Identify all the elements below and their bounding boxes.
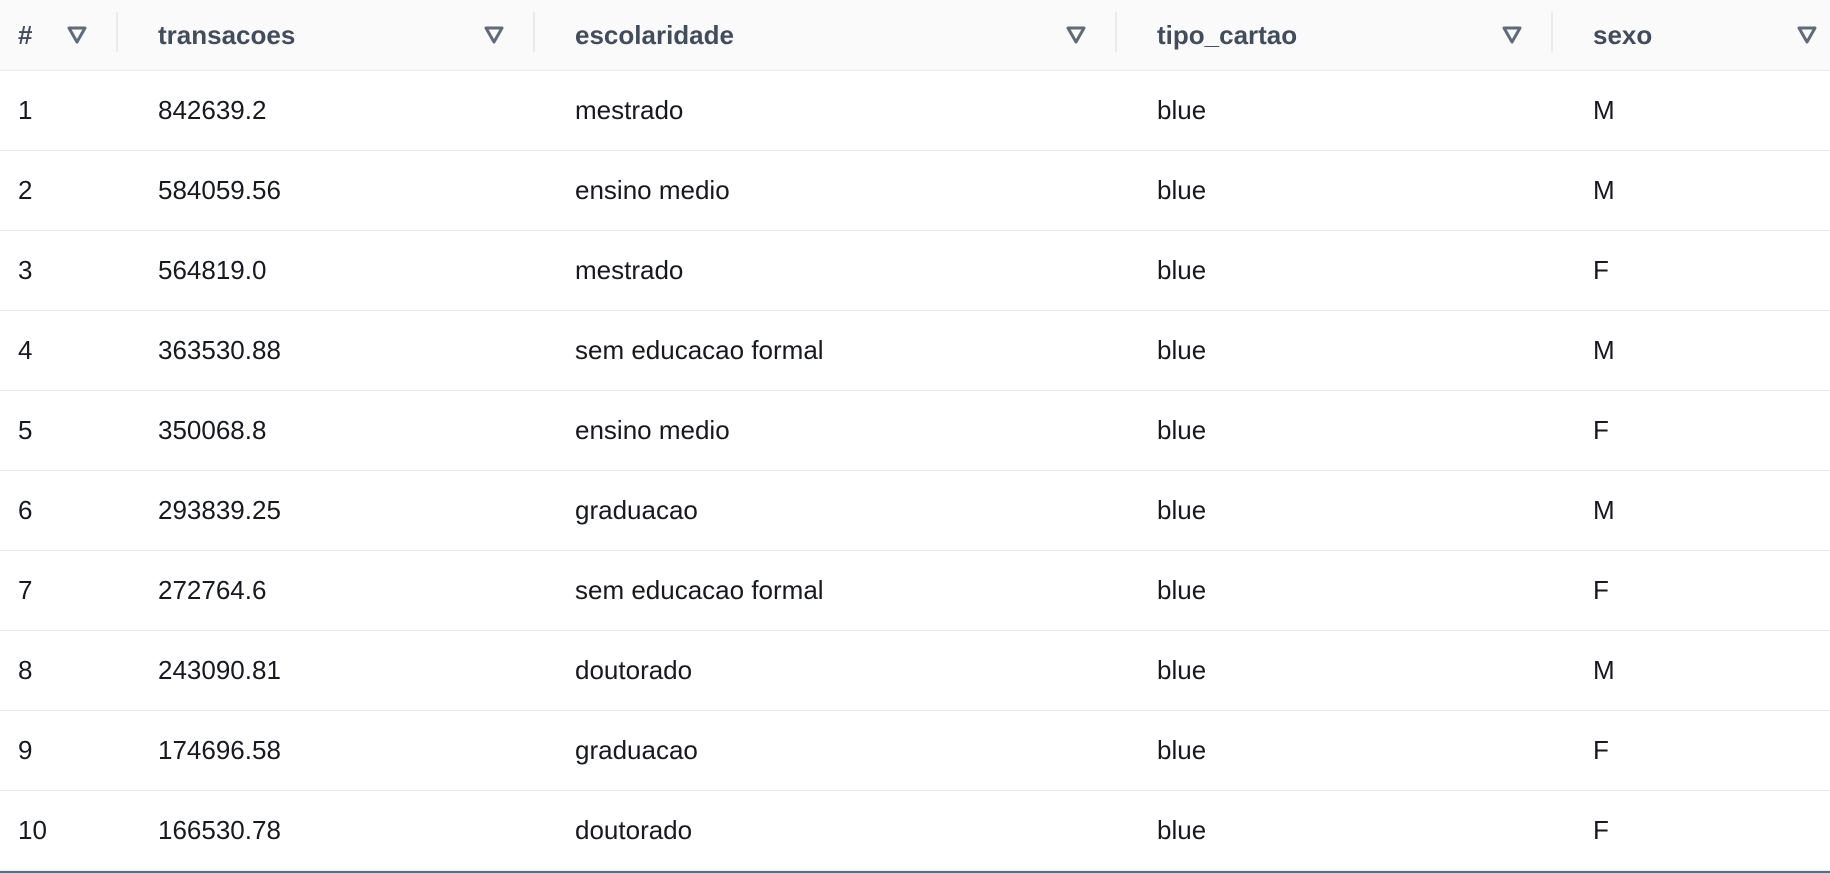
cell-index: 1 (18, 95, 33, 125)
cell-escolaridade: ensino medio (575, 415, 730, 445)
cell-index: 9 (18, 735, 33, 765)
table-row: 3 564819.0 mestrado blue F (0, 231, 1830, 311)
cell-escolaridade: sem educacao formal (575, 335, 824, 365)
cell-index: 5 (18, 415, 33, 445)
cell-transacoes: 243090.81 (158, 655, 281, 685)
cell-tipo-cartao: blue (1157, 255, 1207, 285)
cell-index: 10 (18, 815, 47, 845)
cell-transacoes: 363530.88 (158, 335, 281, 365)
caret-down-icon[interactable] (1501, 25, 1523, 45)
cell-transacoes: 174696.58 (158, 735, 281, 765)
cell-escolaridade: mestrado (575, 255, 684, 285)
cell-tipo-cartao: blue (1157, 415, 1207, 445)
cell-index: 6 (18, 495, 33, 525)
cell-escolaridade: mestrado (575, 95, 684, 125)
column-header-index[interactable]: # (0, 0, 118, 70)
table-row: 6 293839.25 graduacao blue M (0, 471, 1830, 551)
cell-transacoes: 842639.2 (158, 95, 267, 125)
cell-index: 7 (18, 575, 33, 605)
cell-sexo: F (1593, 575, 1609, 605)
cell-sexo: F (1593, 815, 1609, 845)
cell-tipo-cartao: blue (1157, 175, 1207, 205)
cell-index: 2 (18, 175, 33, 205)
cell-escolaridade: doutorado (575, 655, 693, 685)
column-header-escolaridade[interactable]: escolaridade (535, 0, 1117, 70)
cell-index: 3 (18, 255, 33, 285)
cell-sexo: M (1593, 495, 1615, 525)
cell-escolaridade: sem educacao formal (575, 575, 824, 605)
column-header-label: transacoes (158, 19, 296, 50)
caret-down-icon[interactable] (1065, 25, 1087, 45)
cell-sexo: M (1593, 175, 1615, 205)
caret-down-icon[interactable] (1796, 25, 1818, 45)
cell-tipo-cartao: blue (1157, 335, 1207, 365)
table-row: 2 584059.56 ensino medio blue M (0, 151, 1830, 231)
cell-tipo-cartao: blue (1157, 735, 1207, 765)
cell-sexo: M (1593, 95, 1615, 125)
column-header-sexo[interactable]: sexo (1553, 0, 1830, 70)
cell-transacoes: 564819.0 (158, 255, 267, 285)
cell-transacoes: 584059.56 (158, 175, 281, 205)
column-header-label: sexo (1593, 19, 1653, 50)
column-header-label: escolaridade (575, 19, 734, 50)
cell-tipo-cartao: blue (1157, 575, 1207, 605)
cell-sexo: M (1593, 655, 1615, 685)
cell-escolaridade: doutorado (575, 815, 693, 845)
column-header-label: # (18, 19, 33, 50)
table-row: 4 363530.88 sem educacao formal blue M (0, 311, 1830, 391)
column-header-tipo-cartao[interactable]: tipo_cartao (1117, 0, 1553, 70)
cell-sexo: F (1593, 415, 1609, 445)
cell-tipo-cartao: blue (1157, 95, 1207, 125)
caret-down-icon[interactable] (483, 25, 505, 45)
cell-escolaridade: graduacao (575, 495, 698, 525)
results-table: # transacoes escolaridade tipo_cartao se… (0, 0, 1830, 873)
table-row: 10 166530.78 doutorado blue F (0, 791, 1830, 871)
cell-transacoes: 350068.8 (158, 415, 267, 445)
cell-sexo: M (1593, 335, 1615, 365)
cell-index: 8 (18, 655, 33, 685)
table-row: 1 842639.2 mestrado blue M (0, 71, 1830, 151)
table-row: 5 350068.8 ensino medio blue F (0, 391, 1830, 471)
caret-down-icon[interactable] (66, 25, 88, 45)
column-header-transacoes[interactable]: transacoes (118, 0, 535, 70)
table-header: # transacoes escolaridade tipo_cartao se… (0, 0, 1830, 71)
cell-tipo-cartao: blue (1157, 655, 1207, 685)
cell-transacoes: 272764.6 (158, 575, 267, 605)
cell-escolaridade: graduacao (575, 735, 698, 765)
cell-transacoes: 166530.78 (158, 815, 281, 845)
table-row: 7 272764.6 sem educacao formal blue F (0, 551, 1830, 631)
cell-index: 4 (18, 335, 33, 365)
cell-sexo: F (1593, 735, 1609, 765)
table-row: 8 243090.81 doutorado blue M (0, 631, 1830, 711)
cell-tipo-cartao: blue (1157, 495, 1207, 525)
table-row: 9 174696.58 graduacao blue F (0, 711, 1830, 791)
cell-escolaridade: ensino medio (575, 175, 730, 205)
cell-sexo: F (1593, 255, 1609, 285)
cell-tipo-cartao: blue (1157, 815, 1207, 845)
column-header-label: tipo_cartao (1157, 19, 1298, 50)
cell-transacoes: 293839.25 (158, 495, 281, 525)
